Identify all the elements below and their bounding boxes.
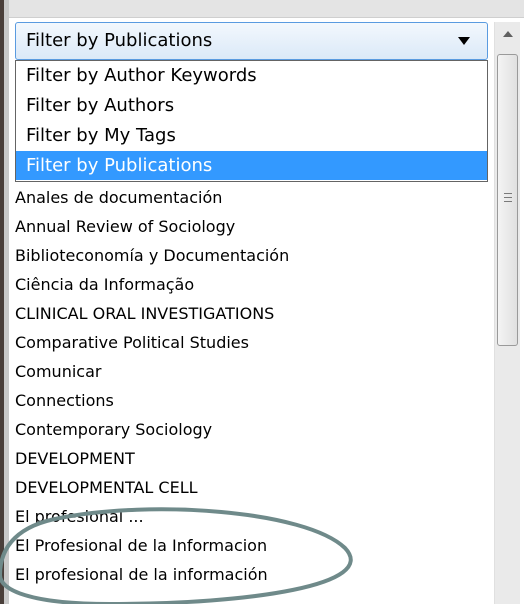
list-item[interactable]: El profesional ... [15,502,485,531]
list-item[interactable]: CLINICAL ORAL INVESTIGATIONS [15,299,485,328]
list-item[interactable]: Comparative Political Studies [15,328,485,357]
list-item[interactable]: Anales de documentación [15,183,485,212]
filter-dropdown-menu: Filter by Author Keywords Filter by Auth… [15,60,488,182]
list-item[interactable]: DEVELOPMENTAL CELL [15,473,485,502]
header-strip [9,0,524,18]
filter-option-my-tags[interactable]: Filter by My Tags [16,121,487,150]
list-item[interactable]: Contemporary Sociology [15,415,485,444]
filter-option-publications[interactable]: Filter by Publications [16,151,487,180]
list-item[interactable]: Comunicar [15,357,485,386]
chevron-up-icon [503,31,513,37]
list-item[interactable]: Annual Review of Sociology [15,212,485,241]
list-item[interactable]: Connections [15,386,485,415]
grip-icon [504,193,512,203]
scrollbar-thumb[interactable] [497,54,518,346]
list-item[interactable]: Biblioteconomía y Documentación [15,241,485,270]
list-item[interactable]: El profesional de la información [15,560,485,589]
list-item[interactable]: Ciência da Informação [15,270,485,299]
filter-option-authors[interactable]: Filter by Authors [16,91,487,120]
list-item[interactable]: El Profesional de la Informacion [15,531,485,560]
window: Filter by Publications Filter by Author … [0,0,524,604]
chevron-down-icon[interactable] [458,37,470,45]
list-item[interactable]: DEVELOPMENT [15,444,485,473]
filter-option-author-keywords[interactable]: Filter by Author Keywords [16,61,487,90]
list-scrollbar[interactable] [494,22,520,604]
filter-dropdown[interactable]: Filter by Publications [15,22,488,60]
scroll-up-button[interactable] [495,22,520,50]
filter-dropdown-value: Filter by Publications [26,30,213,51]
